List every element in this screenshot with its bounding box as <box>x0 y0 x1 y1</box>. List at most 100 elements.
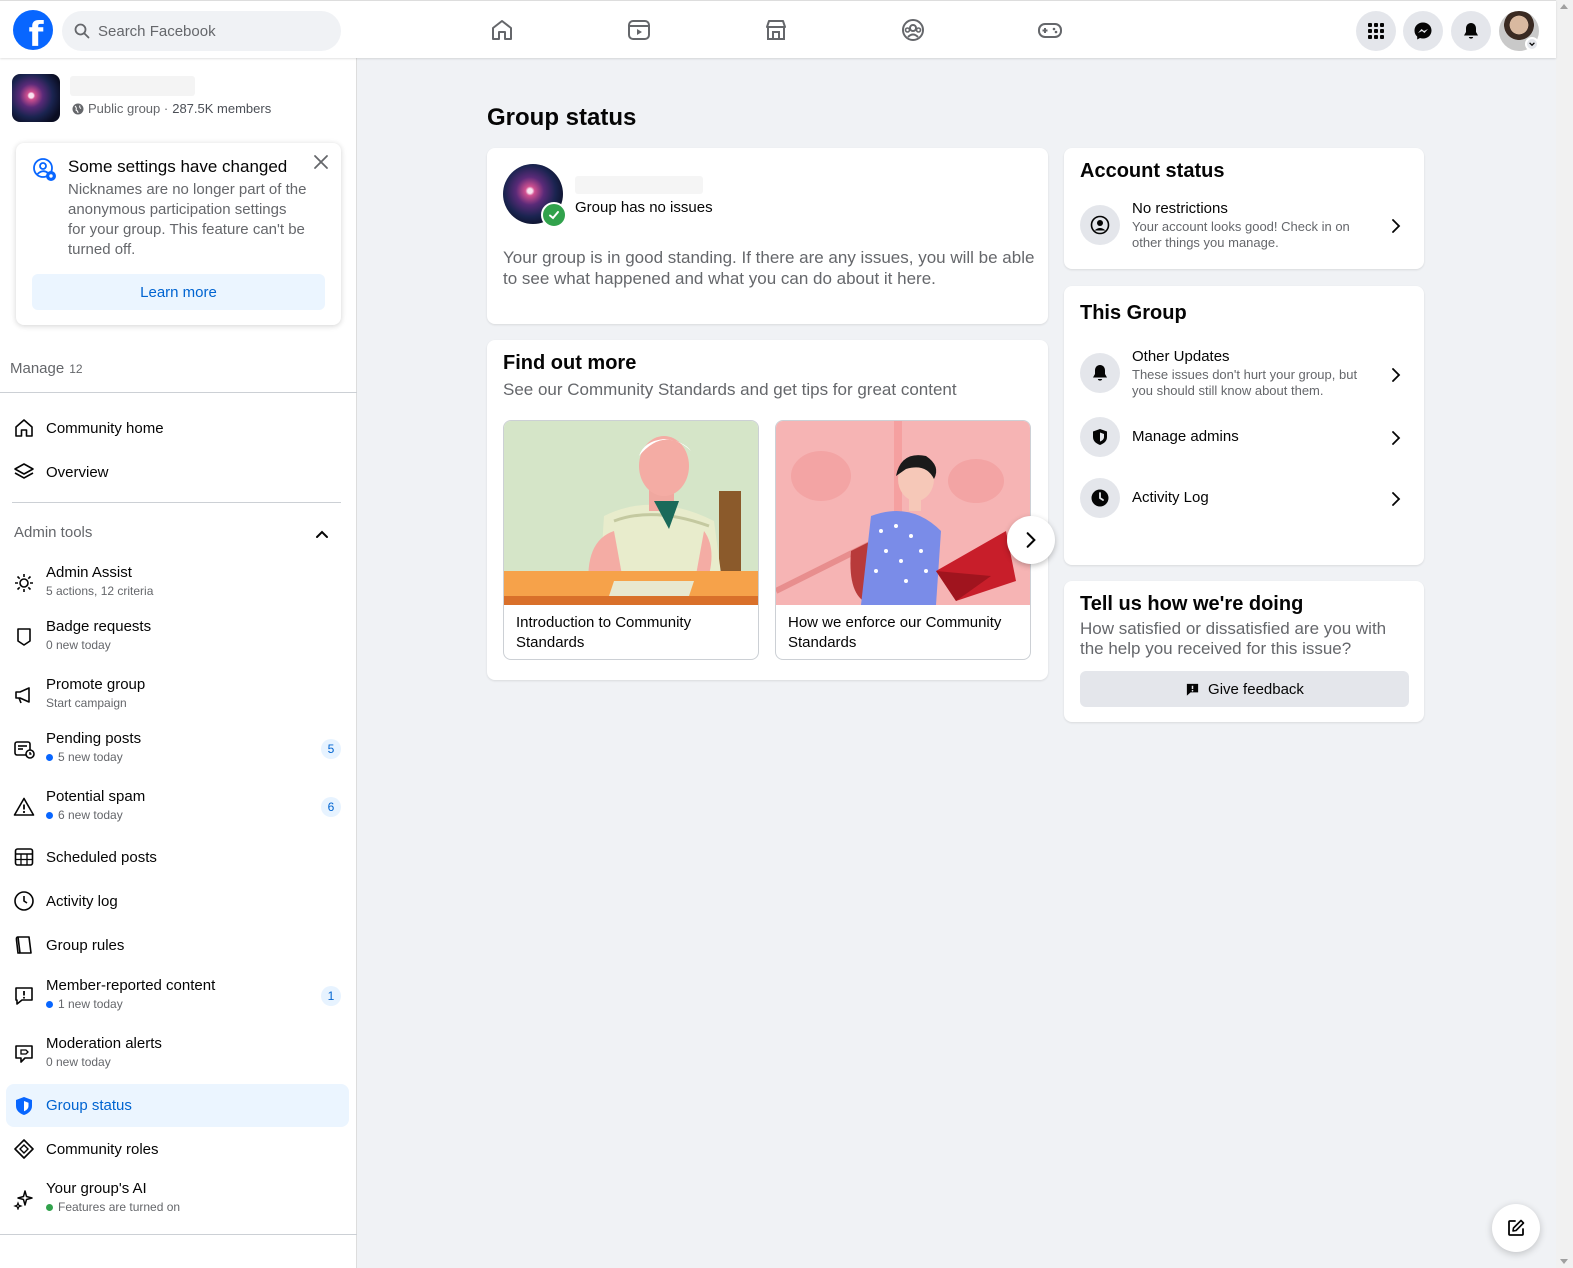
admin-sidebar: Public group · 287.5K members Some setti… <box>0 58 357 1268</box>
sidebar-item-sub-text: 5 new today <box>58 750 123 764</box>
search-box[interactable] <box>62 11 341 51</box>
facebook-logo[interactable]: f <box>13 10 53 50</box>
video-icon[interactable] <box>626 17 652 43</box>
sidebar-item-text: Group rules <box>46 937 124 954</box>
other-updates-text: Other Updates These issues don't hurt yo… <box>1132 348 1372 399</box>
sidebar-item-text: Admin Assist 5 actions, 12 criteria <box>46 564 153 598</box>
messenger-icon <box>1414 22 1432 40</box>
count-badge: 1 <box>321 986 341 1006</box>
settings-changed-notice: Some settings have changed Nicknames are… <box>16 143 341 325</box>
sidebar-item-promote-group[interactable]: Promote group Start campaign <box>6 670 349 720</box>
admin-tools-header[interactable]: Admin tools <box>14 524 92 541</box>
other-updates-row[interactable]: Other Updates These issues don't hurt yo… <box>1080 348 1408 406</box>
sidebar-item-text: Potential spam 6 new today <box>46 788 145 822</box>
shield-icon <box>1080 417 1120 457</box>
sidebar-item-label: Scheduled posts <box>46 848 157 866</box>
megaphone-icon <box>12 683 36 707</box>
sidebar-item-overview[interactable]: Overview <box>6 451 349 493</box>
other-updates-title: Other Updates <box>1132 348 1230 365</box>
sidebar-item-pending-posts[interactable]: Pending posts 5 new today 5 <box>6 724 349 774</box>
sidebar-item-text: Pending posts 5 new today <box>46 730 141 764</box>
sidebar-item-sub-text: Start campaign <box>46 696 127 710</box>
sidebar-item-sub: 5 actions, 12 criteria <box>46 584 153 598</box>
sidebar-item-label: Moderation alerts <box>46 1035 162 1052</box>
scroll-down-arrow[interactable] <box>1560 1259 1568 1264</box>
gaming-icon[interactable] <box>1037 17 1063 43</box>
menu-grid-icon <box>1368 23 1384 39</box>
admin-assist-icon <box>12 571 36 595</box>
sidebar-item-sub-text: 0 new today <box>46 638 111 652</box>
group-cover-thumbnail[interactable] <box>12 74 60 122</box>
globe-icon <box>72 103 84 114</box>
chevron-down-icon[interactable] <box>1525 37 1539 51</box>
close-icon[interactable] <box>312 153 330 171</box>
sidebar-item-moderation-alerts[interactable]: Moderation alerts 0 new today <box>6 1029 349 1079</box>
groups-icon[interactable] <box>900 17 926 43</box>
notice-body: Nicknames are no longer part of the anon… <box>68 181 307 258</box>
sidebar-item-label: Group status <box>46 1097 132 1114</box>
check-icon <box>541 202 567 228</box>
sidebar-item-activity-log[interactable]: Activity log <box>6 880 349 922</box>
new-message-button[interactable] <box>1492 1204 1540 1252</box>
activity-log-row[interactable]: Activity Log <box>1080 478 1408 520</box>
sidebar-item-member-reported-content[interactable]: Member-reported content 1 new today 1 <box>6 971 349 1021</box>
sidebar-item-text: Badge requests 0 new today <box>46 618 151 652</box>
sidebar-item-sub-text: Features are turned on <box>58 1200 181 1214</box>
group-header[interactable]: Public group · 287.5K members <box>12 74 347 124</box>
marketplace-icon[interactable] <box>763 17 789 43</box>
sidebar-item-group-status[interactable]: Group status <box>6 1084 349 1127</box>
count-badge: 6 <box>321 797 341 817</box>
account-status-row[interactable]: No restrictions Your account looks good!… <box>1080 200 1408 256</box>
sidebar-item-sub-text: 0 new today <box>46 1055 111 1069</box>
manage-admins-text: Manage admins <box>1132 428 1239 445</box>
sidebar-item-label: Overview <box>46 463 109 481</box>
sidebar-item-badge-requests[interactable]: Badge requests 0 new today <box>6 612 349 662</box>
sidebar-item-potential-spam[interactable]: Potential spam 6 new today 6 <box>6 782 349 832</box>
page-scrollbar[interactable] <box>1556 0 1573 1268</box>
group-meta: Public group · 287.5K members <box>72 101 271 116</box>
article-card[interactable]: Introduction to Community Standards <box>503 420 759 660</box>
sidebar-item-sub: Features are turned on <box>46 1200 180 1214</box>
sidebar-item-label: Activity log <box>46 892 118 910</box>
sidebar-item-sub-text: 1 new today <box>58 997 123 1011</box>
this-group-card: This Group Other Updates These issues do… <box>1064 286 1424 565</box>
manage-admins-row[interactable]: Manage admins <box>1080 417 1408 459</box>
feedback-card: Tell us how we're doing How satisfied or… <box>1064 581 1424 722</box>
carousel-next-button[interactable] <box>1007 516 1055 564</box>
home-icon[interactable] <box>489 17 515 43</box>
clock-icon <box>1080 478 1120 518</box>
sidebar-item-scheduled-posts[interactable]: Scheduled posts <box>6 836 349 878</box>
learn-more-button[interactable]: Learn more <box>32 274 325 310</box>
sidebar-item-community-roles[interactable]: Community roles <box>6 1128 349 1170</box>
sidebar-item-text: Scheduled posts <box>46 849 157 866</box>
page-title: Group status <box>487 104 637 131</box>
rules-book-icon <box>12 933 36 957</box>
sidebar-item-community-home[interactable]: Community home <box>6 407 349 449</box>
group-name-redacted[interactable] <box>70 76 195 96</box>
feedback-subtitle: How satisfied or dissatisfied are you wi… <box>1080 619 1387 658</box>
unread-dot <box>46 753 53 761</box>
sidebar-item-label: Your group's AI <box>46 1180 147 1197</box>
sidebar-item-group-rules[interactable]: Group rules <box>6 924 349 966</box>
give-feedback-button[interactable]: Give feedback <box>1080 671 1409 707</box>
home-icon <box>12 416 36 440</box>
search-input[interactable] <box>98 22 318 40</box>
article-card[interactable]: How we enforce our Community Standards <box>775 420 1031 660</box>
account-status-card: Account status No restrictions Your acco… <box>1064 148 1424 269</box>
activity-log-text: Activity Log <box>1132 489 1209 506</box>
sidebar-item-label: Potential spam <box>46 788 146 805</box>
sidebar-item-admin-assist[interactable]: Admin Assist 5 actions, 12 criteria <box>6 558 349 608</box>
messenger-button[interactable] <box>1403 11 1443 51</box>
bell-icon <box>1464 23 1478 39</box>
top-navigation-bar: f <box>0 0 1556 58</box>
sidebar-item-text: Activity log <box>46 893 118 910</box>
menu-grid-button[interactable] <box>1356 11 1396 51</box>
elderly-man-illustration <box>504 421 758 605</box>
notifications-button[interactable] <box>1451 11 1491 51</box>
chevron-up-icon[interactable] <box>314 526 330 542</box>
sidebar-item-sub: 1 new today <box>46 997 215 1011</box>
sidebar-item-text: Overview <box>46 464 109 481</box>
chevron-right-icon <box>1026 532 1036 548</box>
sidebar-item-group-ai[interactable]: Your group's AI Features are turned on <box>6 1174 349 1224</box>
scroll-up-arrow[interactable] <box>1560 4 1568 9</box>
